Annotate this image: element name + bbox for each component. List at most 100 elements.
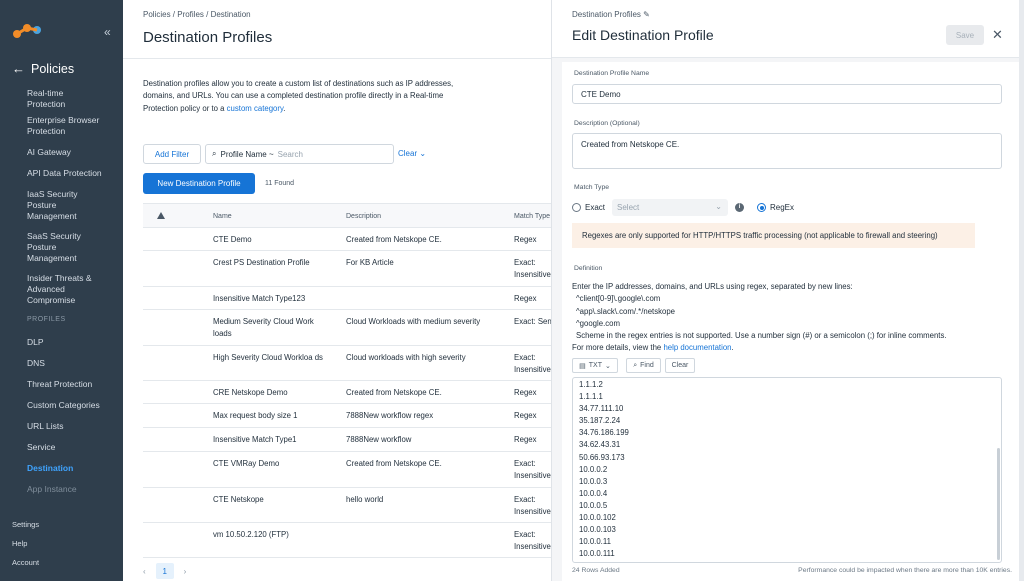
sidebar-item-destination[interactable]: Destination	[0, 463, 123, 484]
header-divider	[123, 58, 551, 59]
format-dropdown[interactable]: ▤ TXT ⌄	[572, 358, 618, 373]
sidebar-item-iaas-security[interactable]: IaaS Security Posture Management	[0, 189, 90, 231]
sidebar-help[interactable]: Help	[12, 539, 27, 548]
sidebar-item-dns[interactable]: DNS	[0, 358, 123, 379]
description-label: Description (Optional)	[574, 120, 640, 127]
sidebar-item-insider-threats[interactable]: Insider Threats & Advanced Compromise	[0, 273, 105, 316]
row-match-type: Regex	[514, 435, 537, 444]
page-number[interactable]: 1	[155, 563, 174, 579]
clear-filter-button[interactable]: Clear ⌄	[398, 149, 426, 158]
editor-line: 10.0.0.111	[579, 549, 615, 559]
column-match-type[interactable]: Match Type	[514, 211, 554, 223]
find-button[interactable]: ⌕ Find	[626, 358, 661, 373]
arrow-left-icon: ←	[12, 61, 25, 76]
netskope-logo-icon[interactable]	[12, 22, 42, 40]
page-scrollbar[interactable]	[1019, 0, 1024, 581]
custom-category-link[interactable]: custom category	[227, 104, 284, 113]
table-row[interactable]: Crest PS Destination Profile For KB Arti…	[143, 251, 551, 287]
editor-scrollbar[interactable]	[997, 448, 1000, 560]
chevron-right-icon[interactable]: ›	[184, 567, 187, 576]
table-row[interactable]: CTE Demo Created from Netskope CE. Regex	[143, 228, 551, 251]
sidebar-item-api-data-protection[interactable]: API Data Protection	[0, 168, 123, 189]
performance-note: Performance could be impacted when there…	[798, 567, 1012, 574]
panel-breadcrumb[interactable]: Destination Profiles ✎	[572, 10, 650, 19]
table-row[interactable]: vm 10.50.2.120 (FTP) Exact: Insensitive	[143, 523, 551, 558]
chevron-down-icon: ⌄	[715, 202, 722, 211]
row-description: Created from Netskope CE.	[346, 459, 442, 468]
editor-line: 10.0.0.11	[579, 537, 611, 547]
clear-button[interactable]: Clear	[665, 358, 695, 373]
definition-editor[interactable]: 1.1.1.2 1.1.1.1 34.77.111.10 35.187.2.24…	[572, 377, 1002, 563]
breadcrumb[interactable]: Policies / Profiles / Destination	[143, 10, 251, 19]
table-row[interactable]: High Severity Cloud Workloa ds Cloud wor…	[143, 346, 551, 381]
regex-label[interactable]: RegEx	[770, 203, 794, 212]
row-match-type: Exact: Insensitive	[514, 353, 551, 374]
sidebar-settings[interactable]: Settings	[12, 520, 39, 529]
exact-label[interactable]: Exact	[585, 203, 605, 212]
sidebar-item-enterprise-browser[interactable]: Enterprise Browser Protection	[0, 115, 110, 147]
main-content: Policies / Profiles / Destination Destin…	[123, 0, 554, 581]
table-row[interactable]: CRE Netskope Demo Created from Netskope …	[143, 381, 551, 404]
description-field[interactable]: Created from Netskope CE.	[572, 133, 1002, 169]
warning-icon	[157, 212, 165, 219]
new-destination-profile-button[interactable]: New Destination Profile	[143, 173, 255, 194]
definition-example: ^client[0-9]\.google\.com	[576, 294, 661, 304]
column-description[interactable]: Description	[346, 211, 506, 223]
profile-name-field[interactable]: CTE Demo	[572, 84, 1002, 104]
sidebar-item-dlp[interactable]: DLP	[0, 337, 123, 358]
editor-line: 10.0.0.3	[579, 476, 608, 486]
search-placeholder: Search	[277, 149, 303, 159]
sidebar-item-custom-categories[interactable]: Custom Categories	[0, 400, 123, 421]
row-name: High Severity Cloud Workloa ds	[213, 353, 323, 362]
sidebar-item-ai-gateway[interactable]: AI Gateway	[0, 147, 123, 168]
table-row[interactable]: CTE VMRay Demo Created from Netskope CE.…	[143, 452, 551, 488]
definition-more-text: For more details, view the	[572, 343, 662, 353]
row-name: Max request body size 1	[213, 411, 298, 420]
table-row[interactable]: Max request body size 1 7888New workflow…	[143, 404, 551, 428]
editor-line: 50.66.93.173	[579, 452, 625, 462]
row-name: Crest PS Destination Profile	[213, 258, 310, 267]
sidebar-item-app-instance[interactable]: App Instance	[0, 484, 123, 496]
definition-more: For more details, view the help document…	[572, 342, 1012, 354]
row-name: vm 10.50.2.120 (FTP)	[213, 530, 289, 539]
row-description: 7888New workflow regex	[346, 411, 434, 420]
row-match-type: Exact: Insensitive	[514, 530, 551, 551]
sidebar-item-url-lists[interactable]: URL Lists	[0, 421, 123, 442]
row-description: Cloud workloads with high severity	[346, 353, 466, 362]
profile-search-input[interactable]: ⌕ Profile Name ~ Search	[205, 144, 394, 164]
chevron-left-icon[interactable]: ‹	[143, 567, 146, 576]
row-name: Insensitive Match Type1	[213, 435, 297, 444]
row-match-type: Regex	[514, 388, 537, 397]
sidebar-account[interactable]: Account	[12, 558, 39, 567]
row-description: Cloud Workloads with medium severity	[346, 317, 481, 326]
exact-radio[interactable]	[572, 203, 581, 212]
table-row[interactable]: Insensitive Match Type123 Regex	[143, 287, 551, 310]
definition-line: Enter the IP addresses, domains, and URL…	[572, 282, 853, 291]
sidebar-item-saas-security[interactable]: SaaS Security Posture Management	[0, 231, 90, 273]
row-match-type: Regex	[514, 235, 537, 244]
intro-text: Destination profiles allow you to create…	[143, 78, 463, 115]
close-icon[interactable]: ✕	[992, 27, 1003, 43]
page-title: Destination Profiles	[143, 29, 273, 46]
exact-select[interactable]: Select ⌄	[612, 199, 728, 216]
sidebar-item-threat-protection[interactable]: Threat Protection	[0, 379, 123, 400]
sidebar-item-service[interactable]: Service	[0, 442, 123, 463]
collapse-sidebar-icon[interactable]: «	[104, 25, 111, 39]
help-documentation-link[interactable]: help documentation	[663, 343, 731, 352]
panel-title: Edit Destination Profile	[572, 27, 714, 43]
sidebar-section-profiles: PROFILES	[27, 316, 66, 323]
add-filter-button[interactable]: Add Filter	[143, 144, 201, 164]
pagination: ‹ 1 ›	[143, 563, 186, 579]
regex-radio[interactable]	[757, 203, 766, 212]
info-icon[interactable]: i	[735, 203, 744, 212]
search-field-label: Profile Name ~	[220, 149, 274, 159]
policies-back-link[interactable]: ← Policies	[12, 61, 74, 76]
editor-line: 1.1.1.2	[579, 380, 603, 389]
table-row[interactable]: CTE Netskope hello world Exact: Insensit…	[143, 488, 551, 523]
column-name[interactable]: Name	[213, 211, 331, 223]
editor-line: 34.62.43.31	[579, 440, 621, 450]
sidebar-item-real-time-protection[interactable]: Real-time Protection	[0, 88, 100, 115]
table-row[interactable]: Medium Severity Cloud Work loads Cloud W…	[143, 310, 554, 346]
save-button[interactable]: Save	[946, 25, 984, 45]
table-row[interactable]: Insensitive Match Type1 7888New workflow…	[143, 428, 551, 452]
